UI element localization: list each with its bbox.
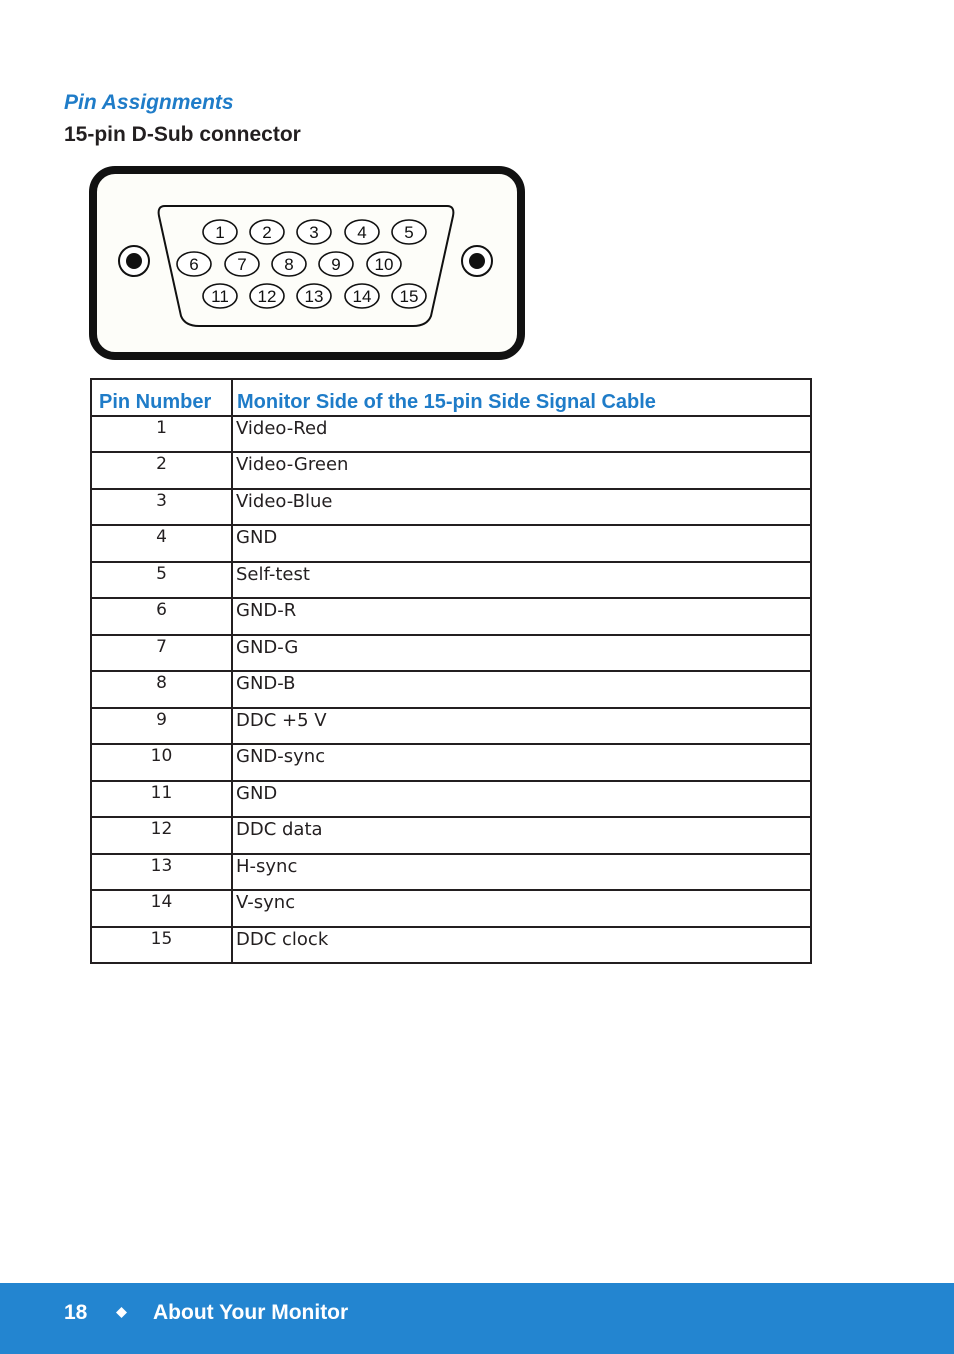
page-footer: 18 About Your Monitor xyxy=(0,1283,954,1354)
connector-pin-label: 2 xyxy=(262,223,271,242)
table-row: 5 Self-test xyxy=(90,560,812,599)
pin-number-cell: 9 xyxy=(90,706,233,745)
connector-pin: 6 xyxy=(176,251,212,277)
table-row: 8 GND-B xyxy=(90,670,812,709)
connector-pin: 8 xyxy=(271,251,307,277)
connector-pin: 7 xyxy=(224,251,260,277)
table-row: 12 DDC data xyxy=(90,816,812,855)
signal-cell: V-sync xyxy=(231,889,812,928)
signal-cell: Self-test xyxy=(231,560,812,599)
pin-number-cell: 5 xyxy=(90,560,233,599)
pin-number-cell: 8 xyxy=(90,670,233,709)
connector-pin: 1 xyxy=(202,219,238,245)
signal-cell: H-sync xyxy=(231,852,812,891)
pin-number-cell: 10 xyxy=(90,743,233,782)
table-row: 14 V-sync xyxy=(90,889,812,928)
pin-number-cell: 6 xyxy=(90,597,233,636)
table-row: 13 H-sync xyxy=(90,852,812,891)
connector-pin-label: 7 xyxy=(237,255,246,274)
connector-pin-label: 4 xyxy=(357,223,366,242)
signal-cell: Video-Green xyxy=(231,451,812,490)
connector-pin: 2 xyxy=(249,219,285,245)
connector-pin: 10 xyxy=(366,251,402,277)
connector-pin-label: 1 xyxy=(215,223,224,242)
pin-number-cell: 3 xyxy=(90,487,233,526)
diamond-icon xyxy=(116,1307,127,1318)
mounting-hole-right xyxy=(461,245,493,277)
signal-cell: GND xyxy=(231,524,812,563)
signal-cell: Video-Red xyxy=(231,414,812,453)
pin-number-cell: 4 xyxy=(90,524,233,563)
signal-cell: GND-B xyxy=(231,670,812,709)
connector-pin: 5 xyxy=(391,219,427,245)
pin-number-cell: 1 xyxy=(90,414,233,453)
pin-number-cell: 13 xyxy=(90,852,233,891)
table-row: 10 GND-sync xyxy=(90,743,812,782)
connector-pin: 4 xyxy=(344,219,380,245)
signal-cell: GND-G xyxy=(231,633,812,672)
connector-pin: 3 xyxy=(296,219,332,245)
table-row: 6 GND-R xyxy=(90,597,812,636)
signal-cell: Video-Blue xyxy=(231,487,812,526)
table-row: 1 Video-Red xyxy=(90,414,812,453)
table-row: 2 Video-Green xyxy=(90,451,812,490)
mounting-hole-left xyxy=(118,245,150,277)
pin-assignment-table: Pin Number Monitor Side of the 15-pin Si… xyxy=(90,378,812,964)
connector-pin: 9 xyxy=(318,251,354,277)
connector-pin: 15 xyxy=(391,283,427,309)
table-row: 4 GND xyxy=(90,524,812,563)
table-row: 3 Video-Blue xyxy=(90,487,812,526)
table-row: 15 DDC clock xyxy=(90,925,812,964)
signal-cell: GND xyxy=(231,779,812,818)
pin-number-cell: 12 xyxy=(90,816,233,855)
connector-pin-label: 14 xyxy=(353,287,372,306)
table-row: 7 GND-G xyxy=(90,633,812,672)
chapter-title: About Your Monitor xyxy=(153,1301,349,1324)
column-header-signal: Monitor Side of the 15-pin Side Signal C… xyxy=(231,378,812,417)
connector-subtitle: 15-pin D-Sub connector xyxy=(64,123,301,146)
table-header-row: Pin Number Monitor Side of the 15-pin Si… xyxy=(90,378,812,417)
pin-number-cell: 2 xyxy=(90,451,233,490)
connector-pin-label: 13 xyxy=(305,287,324,306)
signal-cell: GND-R xyxy=(231,597,812,636)
connector-pin-label: 9 xyxy=(331,255,340,274)
pin-number-cell: 7 xyxy=(90,633,233,672)
signal-cell: DDC +5 V xyxy=(231,706,812,745)
connector-pin-label: 5 xyxy=(404,223,413,242)
connector-pin-label: 11 xyxy=(211,287,229,306)
connector-pin: 11 xyxy=(202,283,238,309)
connector-pin: 14 xyxy=(344,283,380,309)
pin-number-cell: 15 xyxy=(90,925,233,964)
connector-pin-label: 15 xyxy=(400,287,419,306)
connector-pin-label: 8 xyxy=(284,255,293,274)
table-row: 11 GND xyxy=(90,779,812,818)
connector-pin-label: 10 xyxy=(375,255,394,274)
pin-number-cell: 11 xyxy=(90,779,233,818)
connector-pin-label: 12 xyxy=(258,287,277,306)
connector-pin-label: 3 xyxy=(309,223,318,242)
column-header-pin-number: Pin Number xyxy=(90,378,233,417)
signal-cell: GND-sync xyxy=(231,743,812,782)
connector-pin: 13 xyxy=(296,283,332,309)
table-row: 9 DDC +5 V xyxy=(90,706,812,745)
signal-cell: DDC clock xyxy=(231,925,812,964)
connector-pin-label: 6 xyxy=(189,255,198,274)
section-title: Pin Assignments xyxy=(64,91,234,114)
signal-cell: DDC data xyxy=(231,816,812,855)
page-number: 18 xyxy=(64,1301,88,1324)
connector-pin: 12 xyxy=(249,283,285,309)
pin-number-cell: 14 xyxy=(90,889,233,928)
vga-connector-diagram: 1 2 3 4 56 7 8 9 1011 12 13 14 15 xyxy=(89,166,525,360)
